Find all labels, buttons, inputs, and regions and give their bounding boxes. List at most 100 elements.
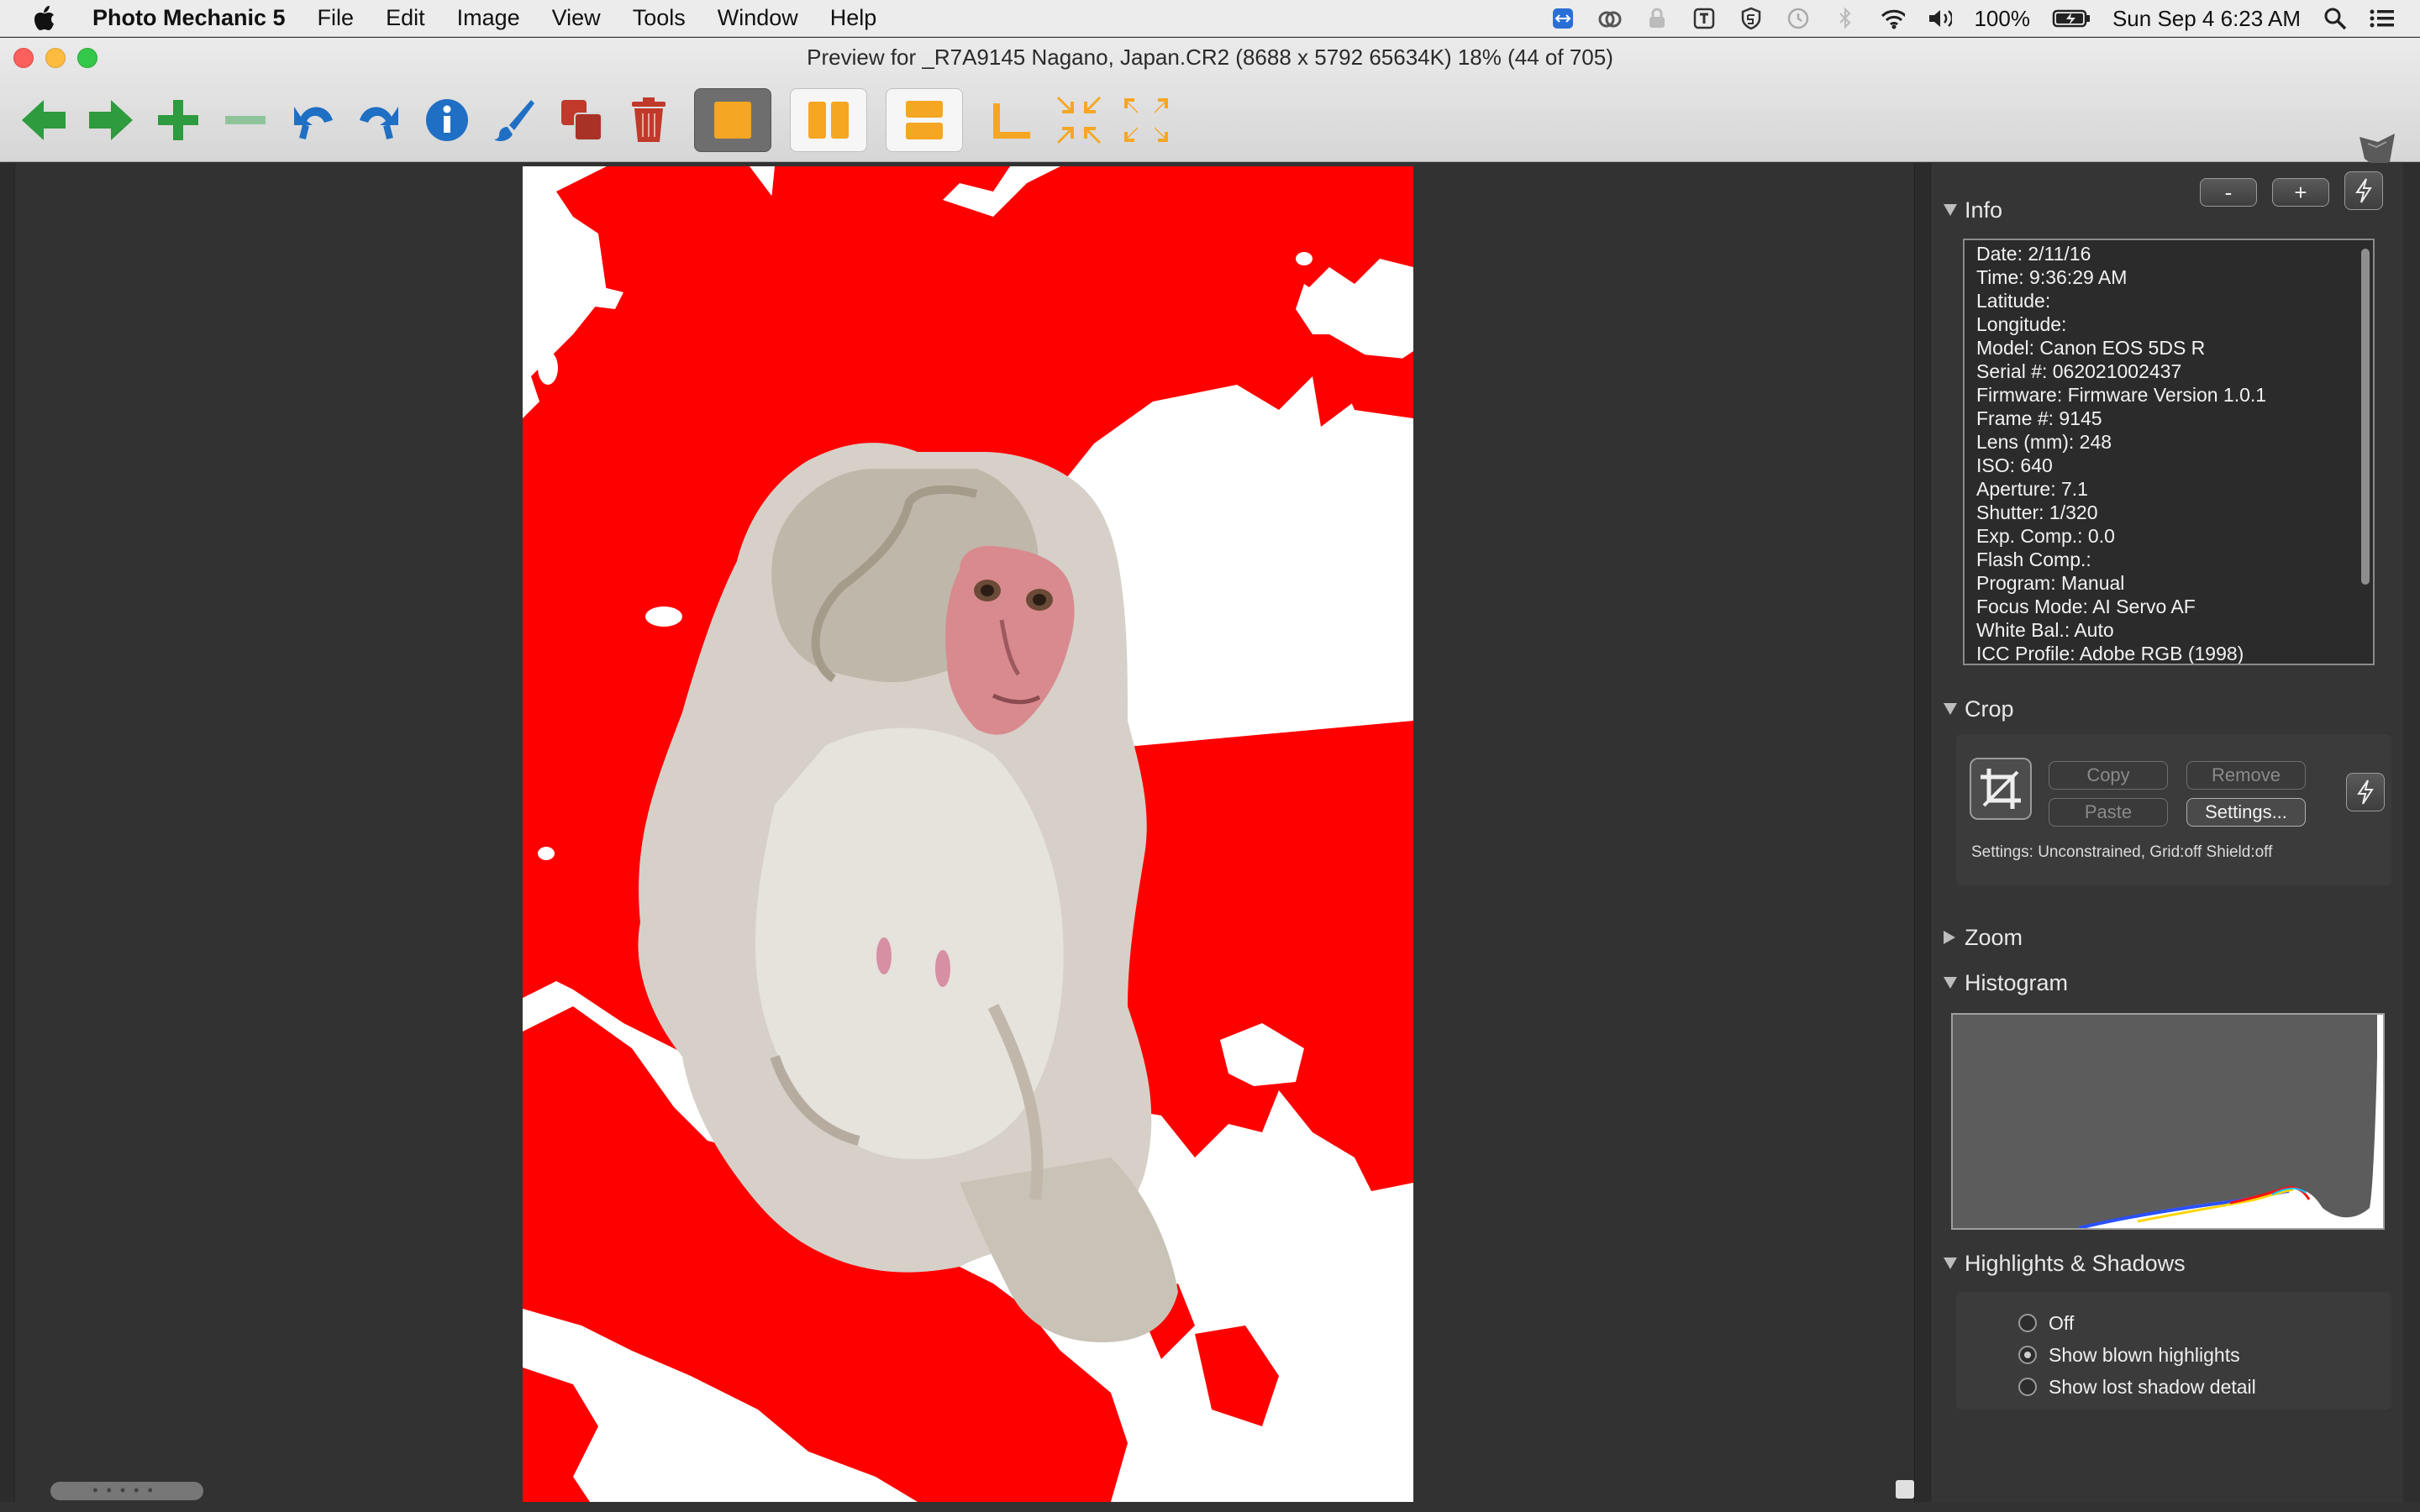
lock-icon[interactable] [1644, 6, 1670, 31]
side-by-side-button[interactable] [790, 88, 867, 152]
duplicate-icon[interactable] [551, 90, 612, 150]
time-machine-icon[interactable] [1786, 6, 1811, 31]
battery-charging-icon[interactable] [2052, 6, 2091, 31]
crop-icon [1981, 769, 2021, 809]
add-icon[interactable] [148, 90, 208, 150]
crop-settings-button[interactable]: Settings... [2186, 798, 2306, 827]
zoom-section-title: Zoom [1965, 924, 2023, 950]
expand-icon[interactable] [1116, 90, 1176, 150]
radio-button-lost-shadow[interactable] [2018, 1378, 2037, 1396]
metadata-line: ISO: 640 [1976, 454, 2053, 476]
panel-splitter[interactable] [1914, 163, 1933, 1502]
radio-show-blown-highlights[interactable]: Show blown highlights [2018, 1341, 2240, 1369]
trash-icon[interactable] [618, 90, 679, 150]
metadata-line: Date: 2/11/16 [1976, 243, 2091, 265]
forward-arrow-icon[interactable] [81, 90, 141, 150]
menu-help[interactable]: Help [830, 5, 877, 31]
radio-button-blown-highlights[interactable] [2018, 1346, 2037, 1364]
notification-center-icon[interactable] [2370, 6, 2395, 31]
disclosure-triangle-down-icon [1943, 203, 1965, 217]
metadata-line: Flash Comp.: [1976, 549, 2091, 570]
toolbar [13, 87, 1183, 154]
menu-tools[interactable]: Tools [633, 5, 686, 31]
rotate-left-icon[interactable] [282, 90, 343, 150]
single-view-button[interactable] [694, 88, 771, 152]
horizontal-scrollbar[interactable]: ••••• [50, 1482, 203, 1500]
creative-cloud-icon[interactable] [1597, 6, 1623, 31]
shield-5-icon[interactable] [1739, 6, 1764, 31]
menu-edit[interactable]: Edit [386, 5, 425, 31]
metadata-scrollbar[interactable] [2361, 249, 2370, 585]
crop-lightning-button[interactable] [2346, 773, 2385, 811]
metadata-line: Lens (mm): 248 [1976, 431, 2112, 453]
metadata-line: Longitude: [1976, 313, 2067, 335]
crop-section-title: Crop [1965, 696, 2014, 722]
app-menu[interactable]: Photo Mechanic 5 [92, 5, 286, 31]
text-expander-icon[interactable] [1691, 6, 1717, 31]
zoom-section-header[interactable]: Zoom [1943, 921, 2023, 954]
teamviewer-icon[interactable] [1550, 6, 1576, 31]
scroll-grip-icon: ••••• [92, 1482, 161, 1499]
metadata-line: Program: Manual [1976, 572, 2125, 594]
lightning-icon [2355, 178, 2372, 203]
disclosure-triangle-right-icon [1943, 930, 1965, 945]
radio-off[interactable]: Off [2018, 1309, 2074, 1337]
radio-off-label: Off [2049, 1311, 2075, 1334]
back-arrow-icon[interactable] [13, 90, 74, 150]
radio-blown-highlights-label: Show blown highlights [2049, 1343, 2240, 1366]
radio-show-lost-shadow[interactable]: Show lost shadow detail [2018, 1373, 2256, 1401]
left-edge [0, 163, 15, 1502]
metadata-line: Serial #: 062021002437 [1976, 360, 2182, 382]
histogram-section-header[interactable]: Histogram [1943, 966, 2068, 1000]
shrink-icon[interactable] [1049, 90, 1109, 150]
metadata-line: Aperture: 7.1 [1976, 478, 2088, 500]
panel-scrollbar[interactable] [2403, 163, 2420, 1502]
resize-corner-icon[interactable] [1896, 1480, 1914, 1499]
info-panel: Info - + Date: 2/11/16 Time: 9:36:29 AM La… [1933, 163, 2420, 1502]
preview-image[interactable] [523, 166, 1413, 1502]
crop-remove-button: Remove [2186, 761, 2306, 790]
info-lightning-button[interactable] [2344, 171, 2383, 210]
menu-window[interactable]: Window [718, 5, 798, 31]
disclosure-triangle-down-icon [1943, 976, 1965, 990]
crop-copy-button: Copy [2049, 761, 2168, 790]
menu-image[interactable]: Image [457, 5, 520, 31]
menu-bar: Photo Mechanic 5 File Edit Image View To… [0, 0, 2420, 37]
metadata-box[interactable]: Date: 2/11/16 Time: 9:36:29 AM Latitude: Lo… [1963, 239, 2375, 665]
lightning-icon [2357, 780, 2374, 805]
metadata-line: Shutter: 1/320 [1976, 501, 2098, 523]
info-plus-button[interactable]: + [2272, 178, 2329, 207]
histogram-graph [1951, 1013, 2385, 1230]
info-icon[interactable] [417, 90, 477, 150]
apple-menu-icon[interactable] [34, 5, 59, 31]
menu-file[interactable]: File [318, 5, 355, 31]
metadata-line: Focus Mode: AI Servo AF [1976, 596, 2196, 617]
battery-percent: 100% [1974, 5, 2030, 31]
rotate-right-icon[interactable] [350, 90, 410, 150]
metadata-line: Time: 9:36:29 AM [1976, 266, 2128, 288]
single-view-icon [714, 102, 751, 139]
side-by-side-icon [808, 102, 849, 139]
info-section-header[interactable]: Info [1943, 193, 2002, 227]
crop-tool-button[interactable] [1970, 758, 2032, 820]
remove-icon [215, 90, 276, 150]
bluetooth-icon[interactable] [1833, 6, 1858, 31]
histogram-section-title: Histogram [1965, 969, 2069, 995]
volume-icon[interactable] [1927, 6, 1953, 31]
metadata-line: ICC Profile: Adobe RGB (1998) [1976, 643, 2244, 664]
edit-brush-icon[interactable] [484, 90, 544, 150]
info-minus-button[interactable]: - [2200, 178, 2257, 207]
stacked-view-button[interactable] [886, 88, 963, 152]
clock[interactable]: Sun Sep 4 6:23 AM [2112, 6, 2301, 32]
highlights-section-header[interactable]: Highlights & Shadows [1943, 1247, 2186, 1280]
metadata-lines: Date: 2/11/16 Time: 9:36:29 AM Latitude: Lo… [1976, 242, 2266, 664]
menu-view[interactable]: View [552, 5, 601, 31]
crop-section-header[interactable]: Crop [1943, 692, 2014, 726]
info-section-title: Info [1965, 197, 2003, 223]
spotlight-search-icon[interactable] [2323, 6, 2348, 31]
metadata-line: Frame #: 9145 [1976, 407, 2102, 429]
crop-paste-button: Paste [2049, 798, 2168, 827]
crop-corner-icon[interactable] [981, 90, 1042, 150]
radio-button-off[interactable] [2018, 1314, 2037, 1332]
wifi-icon[interactable] [1880, 6, 1906, 31]
